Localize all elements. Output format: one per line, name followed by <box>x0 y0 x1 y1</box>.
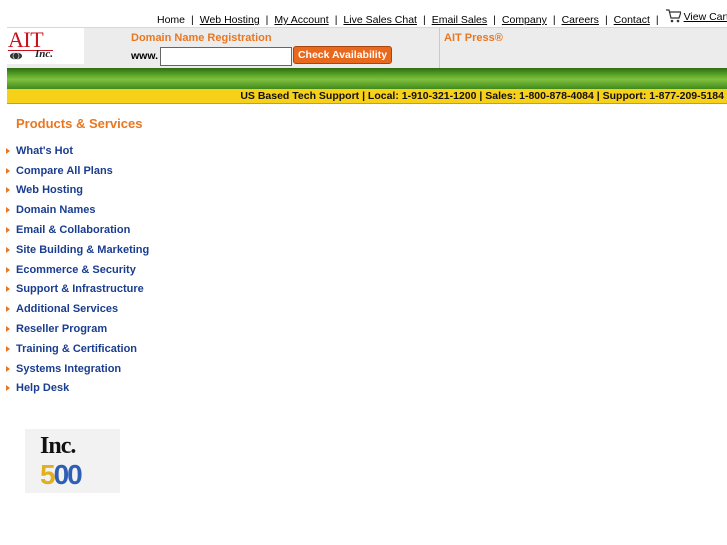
nav-separator: | <box>552 14 556 26</box>
nav-separator: | <box>265 14 269 26</box>
inc-badge-line1: Inc. <box>40 433 76 459</box>
menu-item-email-collaboration[interactable]: Email & Collaboration <box>6 220 149 240</box>
nav-company-link[interactable]: Company <box>502 14 547 26</box>
menu-item-domain-names[interactable]: Domain Names <box>6 200 149 220</box>
menu-item-label[interactable]: Web Hosting <box>16 184 83 196</box>
menu-item-reseller-program[interactable]: Reseller Program <box>6 319 149 339</box>
products-services-heading: Products & Services <box>16 116 143 131</box>
arrow-right-icon <box>6 326 10 333</box>
menu-item-systems-integration[interactable]: Systems Integration <box>6 359 149 379</box>
nav-contact-link[interactable]: Contact <box>614 14 650 26</box>
menu-item-help-desk[interactable]: Help Desk <box>6 379 149 399</box>
www-prefix-label: www. <box>131 50 159 62</box>
menu-item-label[interactable]: Site Building & Marketing <box>16 244 149 256</box>
menu-item-whats-hot[interactable]: What's Hot <box>6 141 149 161</box>
header-band: AIT Inc. Domain Name Registration www. C… <box>7 27 727 69</box>
arrow-right-icon <box>6 147 10 154</box>
arrow-right-icon <box>6 365 10 372</box>
arrow-right-icon <box>6 385 10 392</box>
products-menu: What's Hot Compare All Plans Web Hosting… <box>6 141 149 398</box>
nav-separator: | <box>422 14 426 26</box>
menu-item-compare-all-plans[interactable]: Compare All Plans <box>6 161 149 181</box>
arrow-right-icon <box>6 246 10 253</box>
view-cart-label[interactable]: View Cart <box>684 11 727 23</box>
top-nav-links: Home | Web Hosting | My Account | Live Sales C… <box>157 9 727 26</box>
view-cart-link[interactable]: View Cart <box>665 9 727 23</box>
menu-item-label[interactable]: Support & Infrastructure <box>16 283 144 295</box>
menu-item-label[interactable]: Help Desk <box>16 382 69 394</box>
nav-web-hosting-link[interactable]: Web Hosting <box>200 14 260 26</box>
menu-item-label[interactable]: Additional Services <box>16 303 118 315</box>
nav-email-sales-link[interactable]: Email Sales <box>432 14 487 26</box>
nav-home-link[interactable]: Home <box>157 14 185 26</box>
menu-item-web-hosting[interactable]: Web Hosting <box>6 181 149 201</box>
support-bar: US Based Tech Support | Local: 1-910-321… <box>7 89 727 104</box>
menu-item-label[interactable]: Compare All Plans <box>16 165 113 177</box>
menu-item-label[interactable]: Reseller Program <box>16 323 107 335</box>
arrow-right-icon <box>6 187 10 194</box>
menu-item-training-certification[interactable]: Training & Certification <box>6 339 149 359</box>
nav-live-sales-chat-link[interactable]: Live Sales Chat <box>343 14 417 26</box>
inc-badge-line2: 500 <box>40 459 83 491</box>
menu-item-label[interactable]: Ecommerce & Security <box>16 264 136 276</box>
check-availability-button[interactable]: Check Availability <box>293 46 392 64</box>
ait-press-title[interactable]: AIT Press® <box>444 32 503 44</box>
nav-separator: | <box>334 14 338 26</box>
arrow-right-icon <box>6 266 10 273</box>
nav-separator: | <box>655 14 659 26</box>
green-banner-bar <box>7 68 727 89</box>
ait-logo[interactable]: AIT Inc. <box>7 28 84 64</box>
menu-item-label[interactable]: Domain Names <box>16 204 95 216</box>
inc-badge-digits-zero: 00 <box>53 459 83 490</box>
arrow-right-icon <box>6 227 10 234</box>
nav-separator: | <box>604 14 608 26</box>
menu-item-label[interactable]: Systems Integration <box>16 363 121 375</box>
arrow-right-icon <box>6 345 10 352</box>
menu-item-ecommerce-security[interactable]: Ecommerce & Security <box>6 260 149 280</box>
menu-item-support-infrastructure[interactable]: Support & Infrastructure <box>6 280 149 300</box>
nav-separator: | <box>493 14 496 26</box>
inc-badge-digit-five: 5 <box>40 459 56 490</box>
globe-icon <box>10 52 22 60</box>
nav-my-account-link[interactable]: My Account <box>274 14 328 26</box>
arrow-right-icon <box>6 167 10 174</box>
arrow-right-icon <box>6 286 10 293</box>
arrow-right-icon <box>6 207 10 214</box>
top-navigation: Home | Web Hosting | My Account | Live Sales C… <box>0 9 727 27</box>
menu-item-site-building-marketing[interactable]: Site Building & Marketing <box>6 240 149 260</box>
menu-item-additional-services[interactable]: Additional Services <box>6 299 149 319</box>
logo-inc-text: Inc. <box>35 48 54 60</box>
menu-item-label[interactable]: Email & Collaboration <box>16 224 130 236</box>
domain-registration-title: Domain Name Registration <box>131 32 272 44</box>
menu-item-label[interactable]: What's Hot <box>16 145 73 157</box>
domain-name-input[interactable] <box>160 47 292 66</box>
header-divider <box>439 28 440 69</box>
arrow-right-icon <box>6 306 10 313</box>
shopping-cart-icon <box>665 9 681 23</box>
nav-careers-link[interactable]: Careers <box>562 14 599 26</box>
inc-500-badge[interactable]: Inc. 500 <box>25 429 120 493</box>
menu-item-label[interactable]: Training & Certification <box>16 343 137 355</box>
support-phone-text: US Based Tech Support | Local: 1-910-321… <box>240 90 724 102</box>
nav-separator: | <box>191 14 194 26</box>
